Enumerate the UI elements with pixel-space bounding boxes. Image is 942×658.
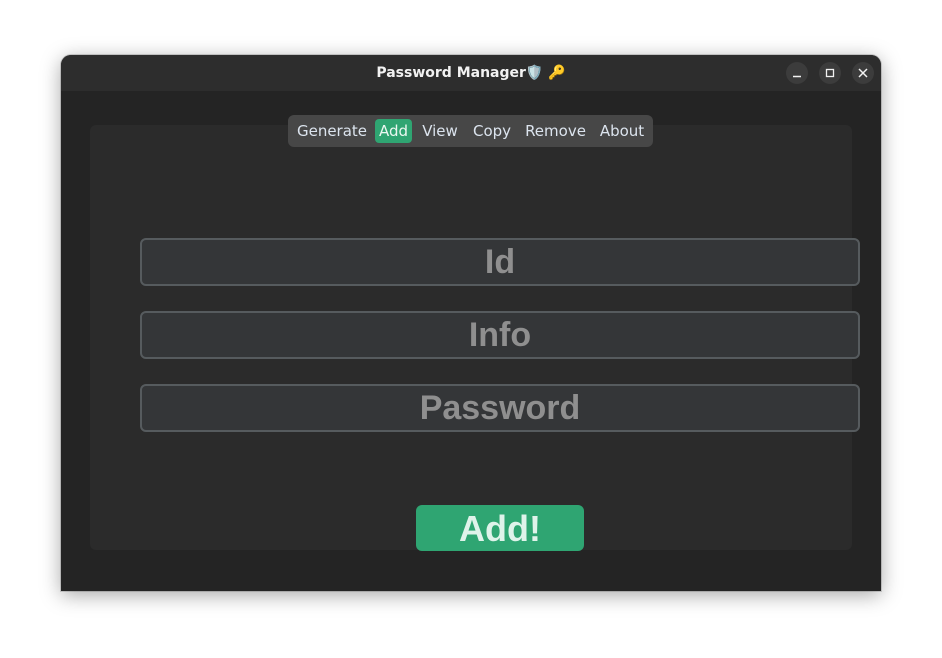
tab-view[interactable]: View (418, 119, 462, 143)
tab-generate[interactable]: Generate (294, 119, 370, 143)
maximize-button[interactable] (819, 62, 841, 84)
maximize-icon (825, 68, 835, 78)
info-input[interactable] (140, 311, 860, 359)
tab-copy[interactable]: Copy (467, 119, 517, 143)
close-button[interactable] (852, 62, 874, 84)
tab-bar: Generate Add View Copy Remove About (288, 115, 653, 147)
tab-remove[interactable]: Remove (521, 119, 590, 143)
id-input[interactable] (140, 238, 860, 286)
close-icon (858, 68, 868, 78)
window-title: Password Manager🛡️ 🔑 (376, 65, 566, 81)
minimize-button[interactable] (786, 62, 808, 84)
tab-about[interactable]: About (595, 119, 649, 143)
add-submit-button[interactable]: Add! (416, 505, 584, 551)
title-bar[interactable]: Password Manager🛡️ 🔑 (61, 55, 881, 91)
minimize-icon (793, 75, 801, 78)
app-window: Password Manager🛡️ 🔑 Add! Generate Add V… (61, 55, 881, 591)
add-panel: Add! (90, 125, 860, 551)
password-input[interactable] (140, 384, 860, 432)
tab-add[interactable]: Add (375, 119, 412, 143)
